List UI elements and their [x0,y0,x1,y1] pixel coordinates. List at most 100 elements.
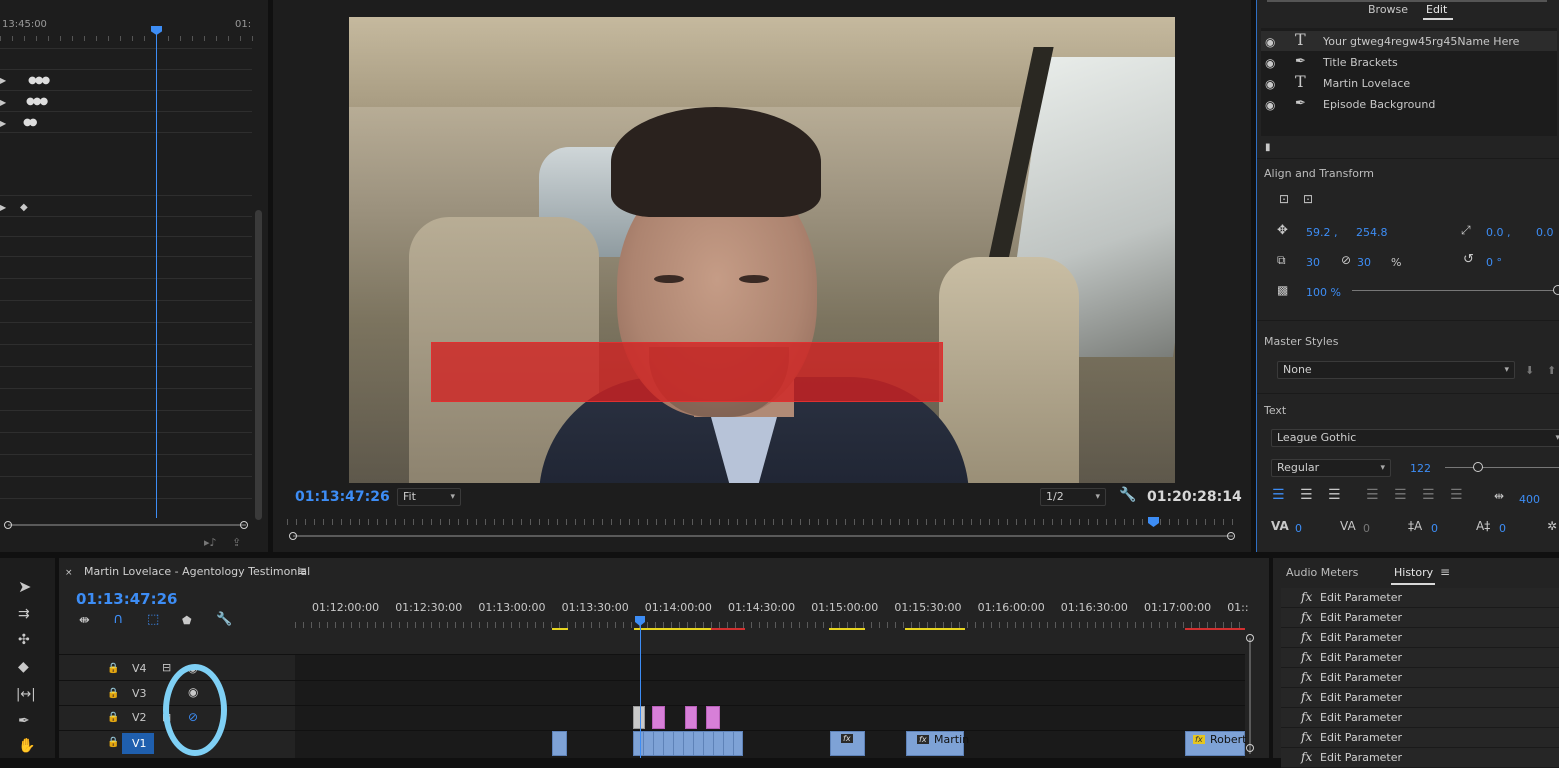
clip-v2[interactable] [706,706,720,729]
master-styles-dropdown[interactable]: None ▾ [1277,361,1515,379]
new-layer-icon[interactable]: ▮ [1265,141,1271,154]
ripple-edit-tool-icon[interactable]: ✣ [18,633,30,647]
program-playhead-timecode[interactable]: 01:13:47:26 [295,489,390,505]
justify-right-icon[interactable]: ☰ [1422,488,1435,502]
push-to-master-icon[interactable]: ⬇ [1525,364,1534,377]
scale-height-value[interactable]: 30 [1357,256,1371,269]
anchor-x-value[interactable]: 0.0 , [1486,226,1511,239]
opacity-slider-track[interactable] [1352,290,1557,291]
eye-visibility-icon[interactable]: ◉ [1265,57,1275,70]
zoom-level-dropdown[interactable]: Fit ▾ [397,488,461,506]
timeline-timecode[interactable]: 01:13:47:26 [76,590,178,608]
track-label-v1[interactable]: V1 [132,737,147,750]
history-item[interactable]: fx Edit Parameter [1281,648,1559,668]
baseline-shift-value[interactable]: 0 [1431,522,1438,535]
timeline-ruler[interactable]: 01:12:00:00 01:12:30:00 01:13:00:00 01:13:3… [295,598,1249,638]
source-horizontal-scrollbar[interactable] [4,521,250,529]
slip-tool-icon[interactable]: |↔| [16,688,36,701]
clip-v2[interactable] [652,706,665,729]
snap-magnet-icon[interactable]: ∩ [113,612,123,626]
source-playhead-handle[interactable] [151,26,162,35]
tab-browse[interactable]: Browse [1368,3,1408,16]
layer-label[interactable]: Episode Background [1323,98,1435,111]
eye-visibility-icon[interactable]: ◉ [1265,78,1275,91]
unlink-scale-icon[interactable]: ⊘ [1341,254,1351,267]
timeline-settings-icon[interactable]: 🔧 [216,613,232,626]
selection-tool-icon[interactable]: ➤ [18,579,31,595]
sequence-tab[interactable]: Martin Lovelace - Agentology Testimonial [84,565,310,578]
history-item[interactable]: fx Edit Parameter [1281,688,1559,708]
tab-menu-icon[interactable]: ≡ [297,565,307,578]
tab-menu-icon[interactable]: ≡ [1440,566,1450,579]
leading-value[interactable]: 0 [1363,522,1370,535]
history-item[interactable]: fx Edit Parameter [1281,608,1559,628]
history-item[interactable]: fx Edit Parameter [1281,668,1559,688]
clip-v1[interactable]: fx [830,731,865,756]
font-size-value[interactable]: 122 [1410,462,1431,475]
history-item[interactable]: fx Edit Parameter [1281,728,1559,748]
align-right-text-icon[interactable]: ☰ [1328,488,1341,502]
history-item[interactable]: fx Edit Parameter [1281,748,1559,768]
nest-sequence-icon[interactable]: ⇼ [79,614,90,627]
program-horizontal-scrollbar[interactable] [289,532,1237,540]
export-icon[interactable]: ⇪ [232,536,241,549]
history-item[interactable]: fx Edit Parameter [1281,708,1559,728]
position-y-value[interactable]: 254.8 [1356,226,1388,239]
clip-v1[interactable] [633,731,743,756]
font-size-slider-track[interactable] [1445,467,1559,468]
clip-v1-robert[interactable]: fx Robert [1185,731,1246,756]
pen-tool-icon[interactable]: ✒ [18,714,30,728]
tsume-value[interactable]: 0 [1499,522,1506,535]
justify-center-icon[interactable]: ☰ [1394,488,1407,502]
opacity-value[interactable]: 100 % [1306,286,1341,299]
timeline-playhead[interactable] [640,624,641,758]
expand-arrow-icon[interactable]: ▶ [0,117,6,130]
align-left-text-icon[interactable]: ☰ [1272,488,1285,502]
align-vertical-icon[interactable]: ⊡ [1303,193,1313,206]
align-center-text-icon[interactable]: ☰ [1300,488,1313,502]
close-tab-icon[interactable]: × [65,567,73,580]
hand-tool-icon[interactable]: ✋ [18,739,35,753]
font-family-dropdown[interactable]: League Gothic ▾ [1271,429,1559,447]
sync-lock-icon[interactable]: ⊟ [162,661,171,674]
lock-icon[interactable]: 🔒 [107,687,119,700]
font-size-slider-handle[interactable] [1473,462,1483,472]
tracking-value[interactable]: 400 [1519,493,1540,506]
timeline-vertical-scrollbar[interactable] [1246,634,1254,758]
layer-label[interactable]: Martin Lovelace [1323,77,1410,90]
track-label-v2[interactable]: V2 [132,711,147,724]
history-item[interactable]: fx Edit Parameter [1281,588,1559,608]
linked-selection-icon[interactable]: ⬚ [147,613,159,626]
anchor-y-value[interactable]: 0.0 [1536,226,1554,239]
clip-v2[interactable] [685,706,697,729]
export-frame-icon[interactable]: ▸♪ [204,536,217,549]
justify-left-icon[interactable]: ☰ [1366,488,1379,502]
keyframe-diamond-icon[interactable]: ◆ [20,201,28,214]
opacity-slider-handle[interactable] [1553,285,1559,295]
wrench-settings-icon[interactable]: 🔧 [1119,488,1136,502]
expand-arrow-icon[interactable]: ▶ [0,201,6,214]
program-playhead-marker[interactable] [1148,517,1159,527]
sync-master-icon[interactable]: ⬆ [1547,364,1556,377]
source-playhead[interactable] [156,26,157,518]
add-marker-icon[interactable]: ⬟ [182,614,192,627]
source-vertical-scrollbar[interactable] [255,210,262,520]
justify-all-icon[interactable]: ☰ [1450,488,1463,502]
font-style-dropdown[interactable]: Regular ▾ [1271,459,1391,477]
kerning-value[interactable]: 0 [1295,522,1302,535]
tab-edit[interactable]: Edit [1426,3,1447,16]
tab-audio-meters[interactable]: Audio Meters [1286,566,1358,579]
expand-arrow-icon[interactable]: ▶ [0,74,6,87]
layer-label[interactable]: Your gtweg4regw45rg45Name Here [1323,35,1519,48]
position-x-value[interactable]: 59.2 , [1306,226,1338,239]
track-label-v4[interactable]: V4 [132,662,147,675]
lower-third-red-bar[interactable] [431,342,943,402]
eye-visibility-icon[interactable]: ◉ [1265,99,1275,112]
expand-arrow-icon[interactable]: ▶ [0,96,6,109]
align-horizontal-icon[interactable]: ⊡ [1279,193,1289,206]
lock-icon[interactable]: 🔒 [107,711,119,724]
video-frame[interactable] [349,17,1175,483]
scale-width-value[interactable]: 30 [1306,256,1320,269]
track-label-v3[interactable]: V3 [132,687,147,700]
lock-icon[interactable]: 🔒 [107,662,119,675]
